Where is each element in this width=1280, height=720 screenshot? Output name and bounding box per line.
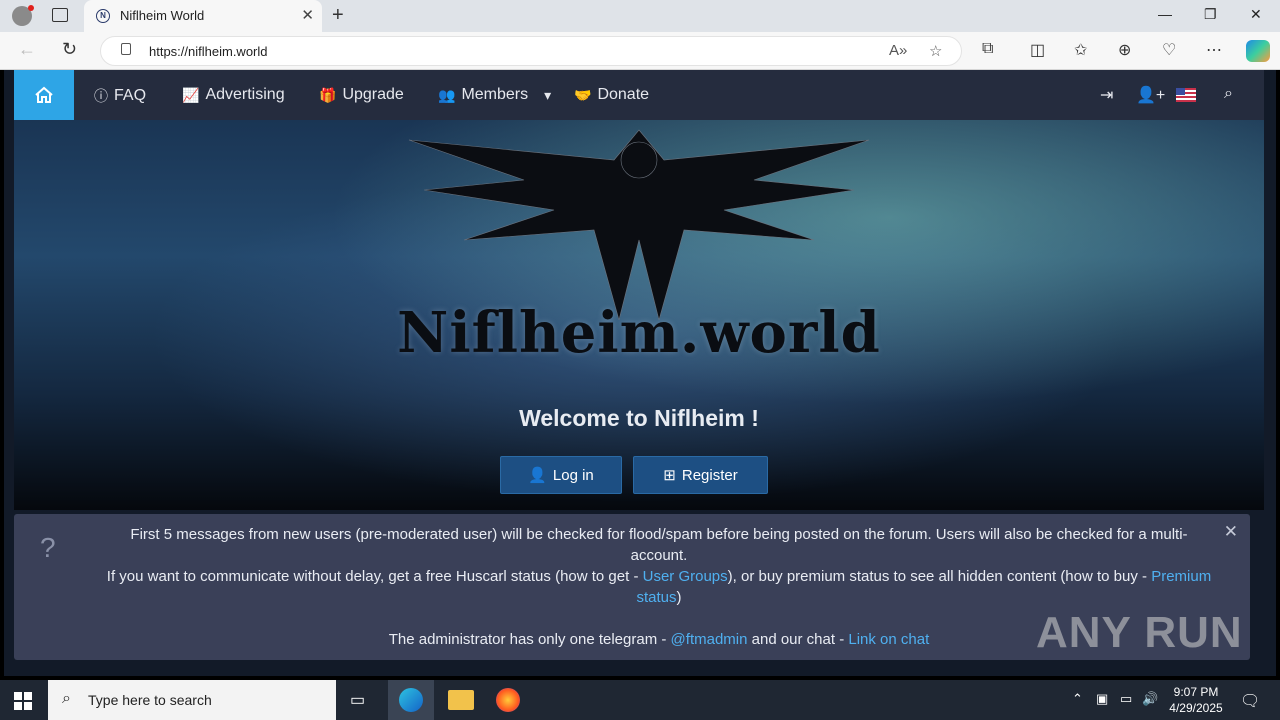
address-bar-row: ← ↻ https://niflheim.world A» ☆ ⧉ ◫ ✩ ⊕ … — [0, 32, 1280, 70]
notice-line-2: If you want to communicate without delay… — [104, 566, 1214, 608]
close-window-icon[interactable]: ✕ — [1250, 6, 1262, 23]
nav-members-label: Members — [461, 86, 529, 103]
telegram-link[interactable]: @ftmadmin — [671, 631, 748, 648]
site-navbar: ⓘ FAQ 📈 Advertising 🎁 Upgrade 👥 Members … — [14, 70, 1264, 120]
system-clock[interactable]: 9:07 PM 4/29/2025 — [1166, 684, 1226, 716]
us-flag-icon[interactable] — [1176, 88, 1196, 102]
file-explorer-icon[interactable] — [448, 690, 474, 710]
collections-icon[interactable]: ⊕ — [1118, 40, 1131, 60]
search-icon: ⌕ — [62, 690, 71, 707]
raven-emblem — [408, 129, 870, 320]
clock-date: 4/29/2025 — [1169, 701, 1223, 715]
question-mark-icon: ? — [40, 532, 56, 563]
site-favicon-icon: N — [96, 9, 110, 23]
notifications-icon[interactable]: 🗨 — [1240, 691, 1260, 711]
more-menu-icon[interactable]: ⋯ — [1206, 40, 1222, 60]
tab-close-icon[interactable]: ✕ — [301, 6, 314, 24]
anyrun-watermark: ANY RUN — [1036, 608, 1243, 657]
favorites-icon[interactable]: ✩ — [1074, 40, 1087, 60]
nav-faq-label: FAQ — [114, 87, 147, 104]
home-icon — [35, 86, 53, 103]
clock-time: 9:07 PM — [1173, 685, 1219, 699]
browser-tab-bar: N Niflheim World ✕ + — ❐ ✕ — [0, 0, 1280, 32]
refresh-icon[interactable]: ↻ — [62, 39, 77, 60]
task-view-icon[interactable]: ▭ — [350, 690, 376, 714]
taskbar: ⌕ Type here to search ▭ ⌃ ▣ ▭ 🔊 9:07 PM … — [0, 680, 1280, 720]
register-label: Register — [681, 466, 738, 484]
web-page: ⓘ FAQ 📈 Advertising 🎁 Upgrade 👥 Members … — [4, 70, 1276, 676]
home-button[interactable] — [14, 70, 74, 120]
user-icon: 👤 — [528, 467, 547, 484]
login-label: Log in — [552, 466, 594, 484]
handshake-icon: 🤝 — [574, 86, 592, 103]
volume-icon[interactable]: 🔊 — [1142, 691, 1158, 707]
browser-tab[interactable]: N Niflheim World ✕ — [84, 0, 322, 32]
nav-advertising-label: Advertising — [205, 86, 285, 103]
notice-line-3-middle: and our chat - — [747, 631, 849, 648]
question-circle-icon: ⓘ — [94, 88, 108, 104]
plus-square-icon: ⊞ — [663, 467, 676, 484]
tray-chevron-icon[interactable]: ⌃ — [1072, 691, 1083, 707]
search-icon[interactable]: ⌕ — [1224, 85, 1233, 103]
user-plus-icon[interactable]: 👤+ — [1136, 85, 1165, 105]
notice-line-2-before: If you want to communicate without delay… — [106, 568, 643, 585]
welcome-heading: Welcome to Niflheim ! — [519, 405, 759, 431]
user-groups-link[interactable]: User Groups — [643, 568, 728, 585]
url-field[interactable]: https://niflheim.world A» ☆ — [100, 36, 962, 66]
read-aloud-icon[interactable]: A» — [889, 42, 907, 59]
tab-actions-icon[interactable] — [52, 8, 68, 22]
edge-taskbar-button[interactable] — [388, 680, 434, 720]
nav-donate[interactable]: 🤝 Donate — [574, 86, 649, 104]
split-screen-icon[interactable]: ◫ — [1030, 40, 1045, 60]
login-icon[interactable]: ⇥ — [1100, 85, 1113, 105]
nav-advertising[interactable]: 📈 Advertising — [182, 86, 285, 104]
login-button[interactable]: 👤 Log in — [500, 456, 622, 494]
notice-line-3-before: The administrator has only one telegram … — [388, 631, 671, 648]
notice-close-icon[interactable]: ✕ — [1224, 522, 1238, 542]
network-icon[interactable]: ▭ — [1120, 691, 1132, 707]
nav-upgrade-label: Upgrade — [342, 86, 404, 103]
hero-banner: Niflheim.world Welcome to Niflheim ! 👤 L… — [14, 120, 1264, 510]
windows-start-icon[interactable] — [14, 692, 32, 710]
notification-dot — [28, 5, 34, 11]
chat-link[interactable]: Link on chat — [848, 631, 929, 648]
notice-line-2-middle: ), or buy premium status to see all hidd… — [727, 568, 1152, 585]
users-icon: 👥 — [438, 86, 456, 103]
nav-faq[interactable]: ⓘ FAQ — [94, 86, 146, 106]
copilot-icon[interactable] — [1246, 40, 1270, 62]
restore-icon[interactable]: ❐ — [1204, 6, 1217, 23]
browser-essentials-icon[interactable]: ♡ — [1162, 40, 1176, 60]
taskbar-search-placeholder: Type here to search — [88, 692, 212, 708]
tab-title: Niflheim World — [120, 8, 205, 23]
chart-line-icon: 📈 — [182, 86, 200, 103]
edge-icon — [399, 688, 423, 712]
taskbar-search[interactable]: ⌕ Type here to search — [48, 680, 336, 720]
site-logo: Niflheim.world — [397, 300, 881, 366]
extensions-icon[interactable]: ⧉ — [982, 40, 993, 58]
register-button[interactable]: ⊞ Register — [633, 456, 768, 494]
back-icon[interactable]: ← — [18, 39, 36, 60]
meet-now-icon[interactable]: ▣ — [1096, 691, 1108, 707]
nav-upgrade[interactable]: 🎁 Upgrade — [319, 86, 404, 104]
firefox-icon[interactable] — [496, 688, 520, 712]
lock-icon — [121, 43, 131, 55]
chevron-down-icon[interactable]: ▾ — [544, 87, 551, 104]
nav-donate-label: Donate — [597, 86, 650, 103]
notice-line-2-after: ) — [676, 589, 682, 606]
url-text: https://niflheim.world — [149, 44, 268, 59]
notice-line-1: First 5 messages from new users (pre-mod… — [130, 526, 1188, 564]
new-tab-icon[interactable]: + — [332, 4, 344, 27]
nav-members[interactable]: 👥 Members ▾ — [438, 86, 551, 104]
favorite-star-icon[interactable]: ☆ — [929, 42, 942, 60]
minimize-icon[interactable]: — — [1158, 6, 1172, 22]
gift-icon: 🎁 — [319, 86, 337, 103]
